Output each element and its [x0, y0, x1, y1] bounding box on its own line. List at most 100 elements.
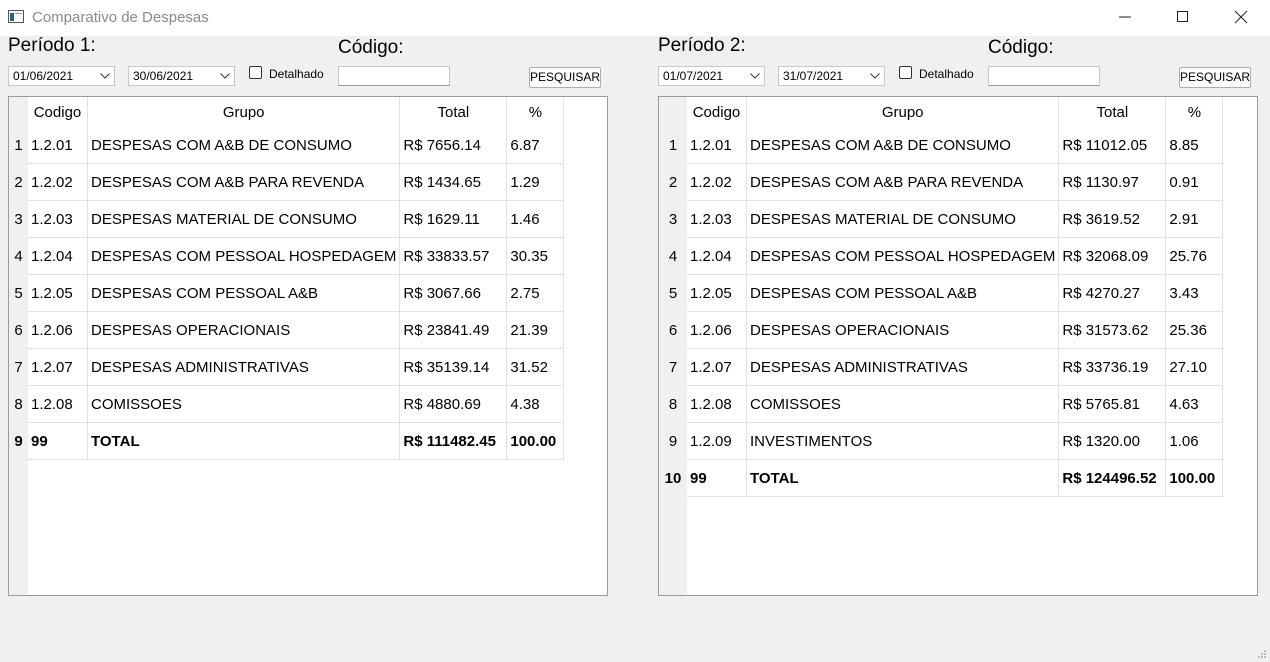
- cell-codigo[interactable]: 1.2.01: [687, 127, 747, 164]
- cell-grupo[interactable]: DESPESAS ADMINISTRATIVAS: [746, 348, 1060, 386]
- cell-total[interactable]: R$ 33736.19: [1058, 348, 1167, 386]
- cell-total[interactable]: R$ 1629.11: [399, 200, 508, 238]
- cell-total[interactable]: R$ 1320.00: [1058, 422, 1167, 460]
- cell-grupo[interactable]: DESPESAS OPERACIONAIS: [746, 311, 1060, 349]
- cell-total[interactable]: R$ 111482.45: [399, 422, 508, 460]
- cell-total[interactable]: R$ 1434.65: [399, 163, 508, 201]
- date-to-1-combo[interactable]: 30/06/2021: [128, 66, 235, 86]
- cell-percent[interactable]: 25.76: [1165, 237, 1224, 275]
- header-percent[interactable]: %: [506, 97, 565, 127]
- cell-total[interactable]: R$ 4270.27: [1058, 274, 1167, 312]
- cell-total[interactable]: R$ 3067.66: [399, 274, 508, 312]
- detalhado-1-checkbox[interactable]: [249, 66, 262, 79]
- table-row[interactable]: 9 1.2.09 INVESTIMENTOS R$ 1320.00 1.06: [659, 422, 1224, 460]
- date-from-1-combo[interactable]: 01/06/2021: [8, 66, 115, 86]
- cell-percent[interactable]: 31.52: [506, 348, 565, 386]
- table-row[interactable]: 3 1.2.03 DESPESAS MATERIAL DE CONSUMO R$ 36…: [659, 200, 1224, 238]
- cell-percent[interactable]: 1.29: [506, 163, 565, 201]
- cell-grupo[interactable]: DESPESAS OPERACIONAIS: [87, 311, 401, 349]
- cell-total[interactable]: R$ 124496.52: [1058, 459, 1167, 497]
- table-row[interactable]: 8 1.2.08 COMISSOES R$ 5765.81 4.63: [659, 385, 1224, 423]
- table-row[interactable]: 9 99 TOTAL R$ 111482.45 100.00: [9, 422, 565, 460]
- cell-codigo[interactable]: 1.2.03: [687, 200, 747, 238]
- table-row[interactable]: 4 1.2.04 DESPESAS COM PESSOAL HOSPEDAGEM R$…: [9, 237, 565, 275]
- cell-codigo[interactable]: 99: [687, 459, 747, 497]
- cell-grupo[interactable]: DESPESAS COM PESSOAL A&B: [87, 274, 401, 312]
- cell-codigo[interactable]: 1.2.08: [687, 385, 747, 423]
- minimize-button[interactable]: [1096, 0, 1154, 34]
- cell-grupo[interactable]: DESPESAS ADMINISTRATIVAS: [87, 348, 401, 386]
- cell-grupo[interactable]: DESPESAS COM A&B PARA REVENDA: [87, 163, 401, 201]
- cell-grupo[interactable]: COMISSOES: [746, 385, 1060, 423]
- header-grupo[interactable]: Grupo: [746, 97, 1060, 127]
- cell-grupo[interactable]: DESPESAS COM A&B DE CONSUMO: [746, 127, 1060, 164]
- cell-codigo[interactable]: 1.2.03: [28, 200, 88, 238]
- date-to-2-combo[interactable]: 31/07/2021: [778, 66, 885, 86]
- table-row[interactable]: 2 1.2.02 DESPESAS COM A&B PARA REVENDA R$ 1…: [9, 163, 565, 201]
- pesquisar-1-button[interactable]: PESQUISAR: [529, 67, 601, 88]
- table-row[interactable]: 7 1.2.07 DESPESAS ADMINISTRATIVAS R$ 35139.…: [9, 348, 565, 386]
- cell-codigo[interactable]: 1.2.01: [28, 127, 88, 164]
- cell-grupo[interactable]: DESPESAS MATERIAL DE CONSUMO: [746, 200, 1060, 238]
- maximize-button[interactable]: [1154, 0, 1212, 34]
- cell-total[interactable]: R$ 32068.09: [1058, 237, 1167, 275]
- close-button[interactable]: [1212, 0, 1270, 34]
- table-row[interactable]: 5 1.2.05 DESPESAS COM PESSOAL A&B R$ 4270.2…: [659, 274, 1224, 312]
- cell-total[interactable]: R$ 31573.62: [1058, 311, 1167, 349]
- header-codigo[interactable]: Codigo: [687, 97, 747, 127]
- codigo-2-input[interactable]: [988, 66, 1100, 86]
- cell-total[interactable]: R$ 23841.49: [399, 311, 508, 349]
- cell-total[interactable]: R$ 1130.97: [1058, 163, 1167, 201]
- cell-codigo[interactable]: 1.2.07: [28, 348, 88, 386]
- cell-percent[interactable]: 1.06: [1165, 422, 1224, 460]
- cell-percent[interactable]: 27.10: [1165, 348, 1224, 386]
- cell-grupo[interactable]: DESPESAS COM PESSOAL HOSPEDAGEM: [87, 237, 401, 275]
- table-row[interactable]: 5 1.2.05 DESPESAS COM PESSOAL A&B R$ 3067.6…: [9, 274, 565, 312]
- cell-percent[interactable]: 1.46: [506, 200, 565, 238]
- cell-percent[interactable]: 6.87: [506, 127, 565, 164]
- cell-codigo[interactable]: 1.2.02: [28, 163, 88, 201]
- header-total[interactable]: Total: [399, 97, 508, 127]
- header-percent[interactable]: %: [1165, 97, 1224, 127]
- table-row[interactable]: 10 99 TOTAL R$ 124496.52 100.00: [659, 459, 1224, 497]
- cell-grupo[interactable]: DESPESAS COM A&B DE CONSUMO: [87, 127, 401, 164]
- table-row[interactable]: 6 1.2.06 DESPESAS OPERACIONAIS R$ 31573.62 2…: [659, 311, 1224, 349]
- header-total[interactable]: Total: [1058, 97, 1167, 127]
- cell-total[interactable]: R$ 3619.52: [1058, 200, 1167, 238]
- cell-percent[interactable]: 4.63: [1165, 385, 1224, 423]
- cell-percent[interactable]: 2.75: [506, 274, 565, 312]
- table-row[interactable]: 3 1.2.03 DESPESAS MATERIAL DE CONSUMO R$ 16…: [9, 200, 565, 238]
- cell-total[interactable]: R$ 33833.57: [399, 237, 508, 275]
- cell-codigo[interactable]: 1.2.04: [28, 237, 88, 275]
- cell-percent[interactable]: 25.36: [1165, 311, 1224, 349]
- table-row[interactable]: 8 1.2.08 COMISSOES R$ 4880.69 4.38: [9, 385, 565, 423]
- cell-codigo[interactable]: 1.2.06: [687, 311, 747, 349]
- cell-codigo[interactable]: 1.2.07: [687, 348, 747, 386]
- table-row[interactable]: 2 1.2.02 DESPESAS COM A&B PARA REVENDA R$ 1…: [659, 163, 1224, 201]
- cell-total[interactable]: R$ 4880.69: [399, 385, 508, 423]
- date-from-2-combo[interactable]: 01/07/2021: [658, 66, 765, 86]
- cell-percent[interactable]: 100.00: [1165, 459, 1224, 497]
- cell-codigo[interactable]: 1.2.05: [687, 274, 747, 312]
- header-codigo[interactable]: Codigo: [28, 97, 88, 127]
- cell-percent[interactable]: 100.00: [506, 422, 565, 460]
- cell-percent[interactable]: 0.91: [1165, 163, 1224, 201]
- codigo-1-input[interactable]: [338, 66, 450, 86]
- cell-grupo[interactable]: DESPESAS COM PESSOAL A&B: [746, 274, 1060, 312]
- table-row[interactable]: 6 1.2.06 DESPESAS OPERACIONAIS R$ 23841.49 2…: [9, 311, 565, 349]
- table-row[interactable]: 7 1.2.07 DESPESAS ADMINISTRATIVAS R$ 33736.…: [659, 348, 1224, 386]
- cell-total[interactable]: R$ 11012.05: [1058, 127, 1167, 164]
- cell-percent[interactable]: 30.35: [506, 237, 565, 275]
- cell-total[interactable]: R$ 35139.14: [399, 348, 508, 386]
- cell-percent[interactable]: 2.91: [1165, 200, 1224, 238]
- cell-grupo[interactable]: DESPESAS MATERIAL DE CONSUMO: [87, 200, 401, 238]
- cell-total[interactable]: R$ 7656.14: [399, 127, 508, 164]
- resize-grip-icon[interactable]: [1257, 649, 1267, 659]
- pesquisar-2-button[interactable]: PESQUISAR: [1179, 67, 1251, 88]
- cell-percent[interactable]: 21.39: [506, 311, 565, 349]
- cell-percent[interactable]: 8.85: [1165, 127, 1224, 164]
- cell-codigo[interactable]: 99: [28, 422, 88, 460]
- cell-grupo[interactable]: TOTAL: [87, 422, 401, 460]
- cell-percent[interactable]: 3.43: [1165, 274, 1224, 312]
- cell-codigo[interactable]: 1.2.04: [687, 237, 747, 275]
